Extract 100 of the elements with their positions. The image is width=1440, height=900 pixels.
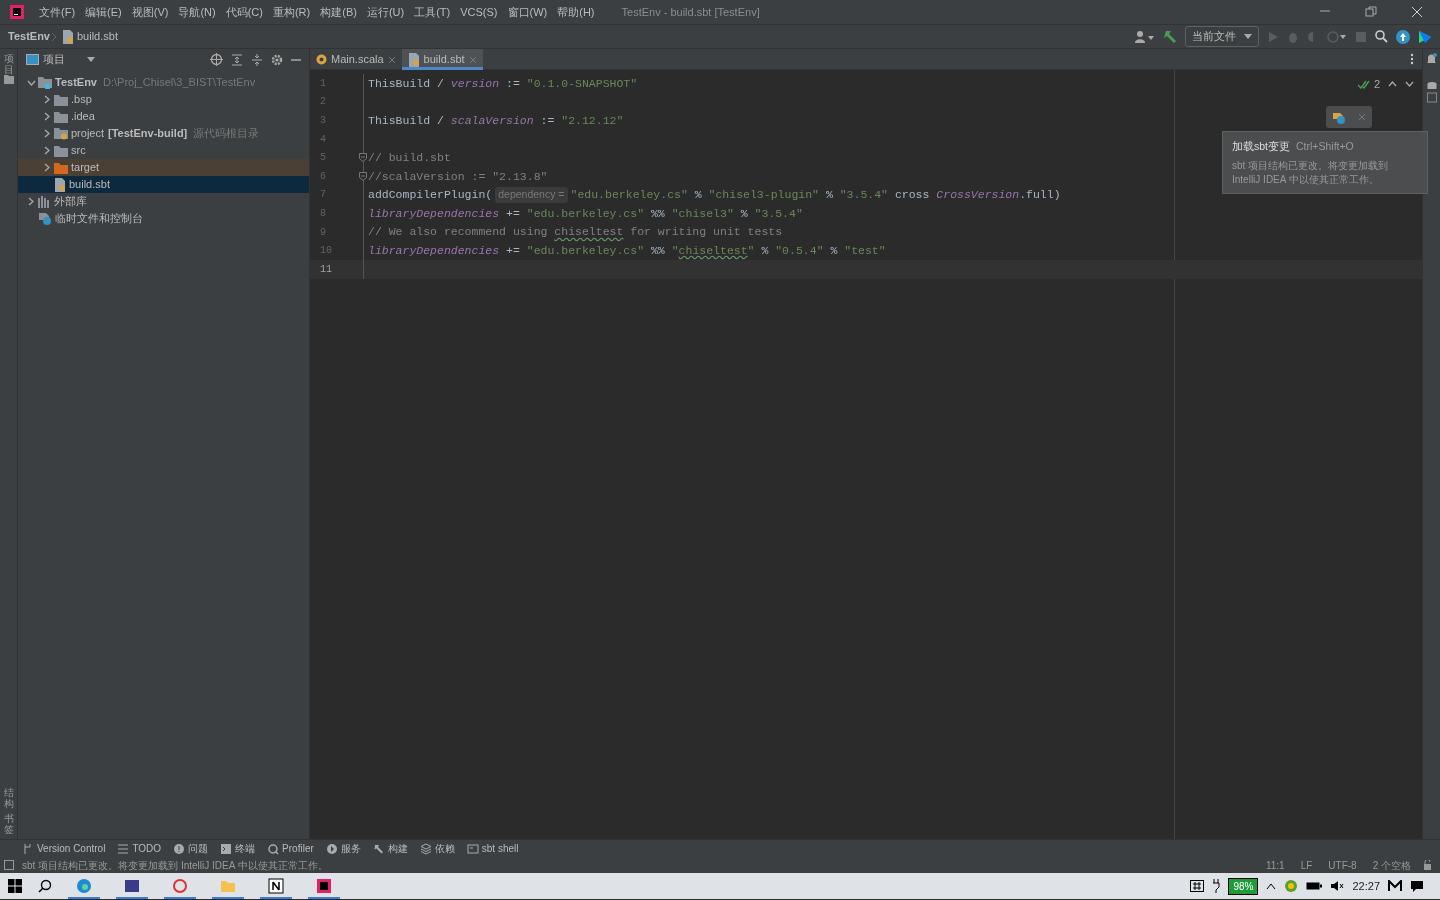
tree-item[interactable]: 外部库: [18, 193, 309, 210]
tool-window-button[interactable]: 问题: [167, 841, 215, 856]
restore-icon[interactable]: [1364, 5, 1378, 19]
windows-start-icon[interactable]: [8, 879, 22, 893]
more-icon[interactable]: [1410, 53, 1414, 65]
app-tray-icon[interactable]: [1388, 880, 1402, 892]
tool-window-button[interactable]: 构建: [366, 841, 414, 856]
menu-item[interactable]: 窗口(W): [502, 3, 553, 21]
code-line: libraryDependencies += "edu.berkeley.cs" %% "chisel3" % "3.5.4": [367, 205, 803, 222]
tree-item[interactable]: .idea: [18, 108, 309, 125]
tool-window-button[interactable]: TODO: [111, 841, 168, 856]
app-icon[interactable]: [172, 878, 188, 894]
menu-item[interactable]: 代码(C): [220, 3, 268, 21]
chevron-down-icon[interactable]: [26, 78, 36, 87]
status-item[interactable]: LF: [1296, 857, 1317, 873]
folder-icon: [3, 75, 14, 84]
panel-title[interactable]: 项目: [43, 51, 65, 68]
user-icon[interactable]: [1135, 30, 1155, 43]
tree-item[interactable]: TestEnv D:\Proj_Chisel\3_BIST\TestEnv: [18, 74, 309, 91]
notification-center-icon[interactable]: [1410, 879, 1424, 893]
line-number: 1: [319, 76, 327, 91]
locate-icon[interactable]: [210, 53, 223, 66]
plug-icon[interactable]: [1212, 879, 1221, 893]
breadcrumb-item[interactable]: build.sbt: [77, 28, 118, 45]
status-item[interactable]: UTF-8: [1324, 857, 1361, 873]
menu-item[interactable]: 运行(U): [361, 3, 410, 21]
search-icon[interactable]: [1375, 30, 1388, 43]
status-item[interactable]: 11:1: [1261, 857, 1289, 873]
layers-icon: [419, 842, 432, 855]
profile-icon[interactable]: [1327, 30, 1347, 43]
menu-item[interactable]: 编辑(E): [80, 3, 127, 21]
tree-item[interactable]: target: [18, 159, 309, 176]
tool-window-button[interactable]: Profiler: [261, 841, 320, 856]
plugin-logo-icon[interactable]: [1418, 29, 1432, 44]
tool-window-tab[interactable]: 项目: [3, 53, 14, 75]
sync-icon[interactable]: [1284, 879, 1299, 893]
tool-window-button[interactable]: 服务: [319, 841, 367, 856]
chevron-up-icon[interactable]: [1266, 882, 1277, 890]
status-icon[interactable]: [4, 860, 14, 870]
browser-icon[interactable]: [76, 878, 92, 894]
menu-item[interactable]: 帮助(H): [552, 3, 600, 21]
keyboard-icon[interactable]: [1190, 880, 1205, 892]
expand-all-icon[interactable]: [231, 53, 243, 66]
settings-icon[interactable]: [271, 53, 283, 66]
tool-window-button[interactable]: sbt shell: [460, 841, 525, 856]
chevron-up-icon[interactable]: [1388, 81, 1397, 88]
chevron-down-icon[interactable]: [1405, 81, 1414, 88]
ide-icon[interactable]: [316, 878, 332, 894]
notes-icon[interactable]: [268, 878, 284, 894]
menu-item[interactable]: 工具(T): [409, 3, 456, 21]
caret-down-icon: [1244, 33, 1252, 40]
inspection-widget[interactable]: 2: [1357, 76, 1380, 93]
breadcrumb-item[interactable]: TestEnv: [8, 28, 50, 45]
load-changes-icon[interactable]: [1332, 110, 1346, 124]
fold-icon[interactable]: [359, 171, 367, 181]
tree-item[interactable]: .bsp: [18, 91, 309, 108]
menu-item[interactable]: 构建(B): [315, 3, 362, 21]
run-config-dropdown[interactable]: 当前文件: [1185, 26, 1259, 47]
line-number: 2: [319, 95, 327, 110]
folder-icon: [54, 93, 68, 106]
file-icon: [407, 52, 420, 67]
double-check-icon: [1357, 79, 1370, 89]
scratch-icon: [38, 211, 52, 226]
menu-item[interactable]: VCS(S): [455, 3, 503, 21]
status-message[interactable]: sbt 项目结构已更改。将变更加载到 IntelliJ IDEA 中以使其正常工作。: [22, 857, 328, 873]
tool-window-button[interactable]: 依赖: [413, 841, 461, 856]
fold-icon[interactable]: [359, 153, 367, 163]
menu-item[interactable]: 重构(R): [267, 3, 316, 21]
speaker-muted-icon[interactable]: [1330, 880, 1345, 892]
menu-item[interactable]: 文件(F): [34, 3, 81, 21]
tool-window-button[interactable]: Version Control: [16, 841, 112, 856]
database-icon[interactable]: [1426, 81, 1437, 103]
tool-window-tab[interactable]: 书签: [3, 813, 14, 835]
editor-tab[interactable]: build.sbt: [401, 49, 483, 70]
tree-item-label: project: [71, 126, 105, 142]
bell-icon[interactable]: [1426, 53, 1437, 65]
menu-item[interactable]: 导航(N): [173, 3, 221, 21]
tree-item[interactable]: 临时文件和控制台: [18, 210, 309, 227]
tool-window-tab[interactable]: 结构: [3, 787, 14, 809]
close-icon: [468, 55, 477, 64]
update-icon[interactable]: [1396, 29, 1410, 44]
lock-icon[interactable]: [1423, 860, 1432, 870]
line-number: 3: [319, 114, 327, 128]
menu-item[interactable]: 视图(V): [126, 3, 174, 21]
app-icon[interactable]: [124, 878, 140, 894]
tree-item[interactable]: build.sbt: [18, 176, 309, 193]
chevron-right-icon[interactable]: [27, 197, 35, 206]
code-line: libraryDependencies += "edu.berkeley.cs" %% "chiseltest" % "0.5.4" % "test": [367, 243, 886, 259]
tool-window-button[interactable]: 终端: [214, 841, 262, 856]
status-item[interactable]: 2 个空格: [1368, 857, 1415, 873]
app-logo-icon: [10, 5, 24, 19]
clock-time[interactable]: 22:27: [1352, 877, 1380, 895]
collapse-all-icon[interactable]: [251, 53, 263, 66]
editor-tab[interactable]: Main.scala: [310, 49, 402, 70]
battery-icon[interactable]: [1306, 881, 1323, 891]
battery-indicator[interactable]: 98%: [1228, 877, 1259, 895]
tree-item[interactable]: src: [18, 142, 309, 159]
close-icon[interactable]: [1410, 5, 1424, 19]
search-icon[interactable]: [38, 879, 52, 893]
caret-down-icon[interactable]: [87, 56, 95, 63]
